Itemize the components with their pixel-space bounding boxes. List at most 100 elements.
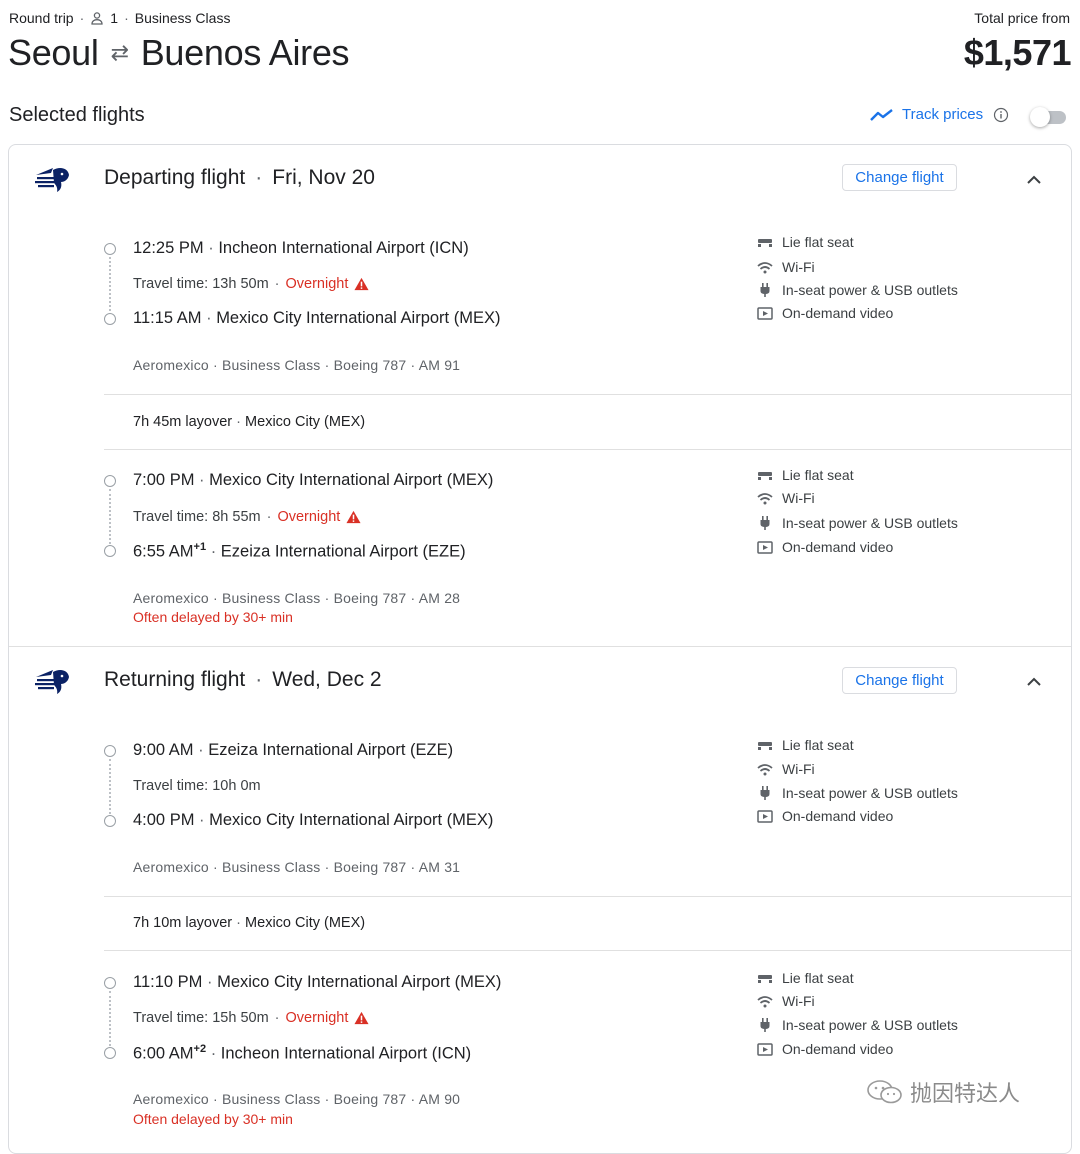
amenity-power: In-seat power & USB outlets bbox=[757, 785, 958, 801]
person-icon bbox=[91, 12, 103, 25]
amenity-label: In-seat power & USB outlets bbox=[782, 1017, 958, 1033]
power-plug-icon bbox=[757, 1018, 773, 1032]
route-line bbox=[109, 991, 111, 1046]
amenity-label: Lie flat seat bbox=[782, 737, 854, 753]
trip-summary: Round trip · 1 · Business Class bbox=[9, 10, 230, 26]
arrival-dot bbox=[104, 815, 116, 827]
departure-line: 12:25 PM · Incheon International Airport… bbox=[133, 239, 469, 258]
separator: · bbox=[324, 590, 330, 606]
trip-type[interactable]: Round trip bbox=[9, 10, 74, 26]
separator: · bbox=[206, 309, 212, 327]
layover-duration: 7h 10m layover bbox=[133, 915, 233, 931]
change-returning-flight-button[interactable]: Change flight bbox=[842, 667, 957, 694]
amenity-power: In-seat power & USB outlets bbox=[757, 1017, 958, 1033]
departure-time: 11:10 PM bbox=[133, 973, 203, 991]
flight-number: AM 28 bbox=[418, 590, 461, 606]
departing-flight-heading: Departing flight · Fri, Nov 20 bbox=[104, 166, 375, 190]
amenity-wifi: Wi-Fi bbox=[757, 993, 815, 1009]
departure-airport: Ezeiza International Airport (EZE) bbox=[208, 741, 454, 759]
seat-icon bbox=[757, 971, 773, 985]
origin-city: Seoul bbox=[8, 32, 99, 73]
amenity-power: In-seat power & USB outlets bbox=[757, 515, 958, 531]
track-prices[interactable]: Track prices bbox=[870, 106, 1009, 123]
arrival-dot bbox=[104, 1047, 116, 1059]
amenity-lie-flat: Lie flat seat bbox=[757, 970, 854, 986]
flight-details: Aeromexico · Business Class · Boeing 787… bbox=[133, 590, 460, 606]
travel-time-row: Travel time: 8h 55m · Overnight bbox=[133, 509, 361, 525]
amenity-label: Wi-Fi bbox=[782, 993, 815, 1009]
power-plug-icon bbox=[757, 283, 773, 297]
info-icon[interactable] bbox=[993, 107, 1009, 123]
separator: · bbox=[410, 590, 416, 606]
departure-dot bbox=[104, 977, 116, 989]
layover-info: 7h 45m layover · Mexico City (MEX) bbox=[133, 414, 365, 430]
chevron-up-icon[interactable] bbox=[1026, 175, 1042, 185]
separator: · bbox=[213, 590, 218, 606]
travel-time-row: Travel time: 10h 0m bbox=[133, 778, 261, 794]
separator: · bbox=[210, 1044, 217, 1063]
power-plug-icon bbox=[757, 786, 773, 800]
amenity-label: On-demand video bbox=[782, 808, 894, 824]
separator: · bbox=[255, 166, 263, 189]
separator: · bbox=[324, 1091, 330, 1107]
separator: · bbox=[210, 542, 217, 561]
route-line bbox=[109, 257, 111, 311]
departure-dot bbox=[104, 475, 116, 487]
aircraft: Boeing 787 bbox=[333, 357, 407, 373]
track-prices-toggle[interactable] bbox=[1030, 107, 1068, 127]
amenity-video: On-demand video bbox=[757, 808, 893, 824]
separator: · bbox=[213, 859, 218, 875]
amenity-label: Lie flat seat bbox=[782, 970, 854, 986]
amenity-label: In-seat power & USB outlets bbox=[782, 282, 958, 298]
returning-label: Returning flight bbox=[104, 668, 246, 691]
separator: · bbox=[213, 357, 218, 373]
price-label: Total price from bbox=[974, 10, 1070, 26]
chevron-up-icon[interactable] bbox=[1026, 677, 1042, 687]
departure-line: 11:10 PM · Mexico City International Air… bbox=[133, 973, 501, 992]
arrival-time: 6:00 AM bbox=[133, 1044, 194, 1063]
cabin-class[interactable]: Business Class bbox=[135, 10, 231, 26]
departure-airport: Mexico City International Airport (MEX) bbox=[217, 973, 502, 991]
track-prices-label[interactable]: Track prices bbox=[902, 106, 983, 123]
separator: · bbox=[199, 471, 205, 489]
amenity-lie-flat: Lie flat seat bbox=[757, 737, 854, 753]
amenity-label: Wi-Fi bbox=[782, 259, 815, 275]
video-icon bbox=[757, 809, 773, 823]
seat-icon bbox=[757, 468, 773, 482]
day-offset: +1 bbox=[193, 541, 207, 553]
separator: · bbox=[236, 915, 242, 931]
passenger-count[interactable]: 1 bbox=[110, 10, 118, 26]
departure-line: 7:00 PM · Mexico City International Airp… bbox=[133, 471, 493, 490]
amenity-label: Lie flat seat bbox=[782, 234, 854, 250]
aeromexico-logo-icon bbox=[35, 669, 69, 694]
video-icon bbox=[757, 1042, 773, 1056]
amenity-wifi: Wi-Fi bbox=[757, 761, 815, 777]
layover-place: Mexico City (MEX) bbox=[245, 915, 366, 931]
change-departing-flight-button[interactable]: Change flight bbox=[842, 164, 957, 191]
amenity-lie-flat: Lie flat seat bbox=[757, 467, 854, 483]
toggle-knob[interactable] bbox=[1030, 107, 1050, 127]
separator: · bbox=[410, 1091, 416, 1107]
separator: · bbox=[236, 414, 242, 430]
flight-number: AM 91 bbox=[418, 357, 461, 373]
amenity-label: Wi-Fi bbox=[782, 490, 815, 506]
destination-city: Buenos Aires bbox=[140, 32, 350, 73]
airline: Aeromexico bbox=[133, 590, 209, 606]
travel-time: Travel time: 10h 0m bbox=[133, 778, 261, 794]
cabin: Business Class bbox=[221, 1091, 321, 1107]
day-offset: +2 bbox=[193, 1043, 207, 1055]
separator: · bbox=[324, 859, 330, 875]
wifi-icon bbox=[757, 491, 773, 505]
amenity-label: Wi-Fi bbox=[782, 761, 815, 777]
amenity-power: In-seat power & USB outlets bbox=[757, 282, 958, 298]
flight-details: Aeromexico · Business Class · Boeing 787… bbox=[133, 859, 460, 875]
divider bbox=[104, 896, 1071, 897]
separator: · bbox=[207, 973, 213, 991]
amenity-label: On-demand video bbox=[782, 305, 894, 321]
flight-number: AM 31 bbox=[418, 859, 461, 875]
overnight-warning: Overnight bbox=[285, 276, 349, 292]
amenity-wifi: Wi-Fi bbox=[757, 259, 815, 275]
selected-flights-heading: Selected flights bbox=[9, 104, 145, 126]
aircraft: Boeing 787 bbox=[333, 859, 407, 875]
total-price: $1,571 bbox=[963, 32, 1072, 73]
